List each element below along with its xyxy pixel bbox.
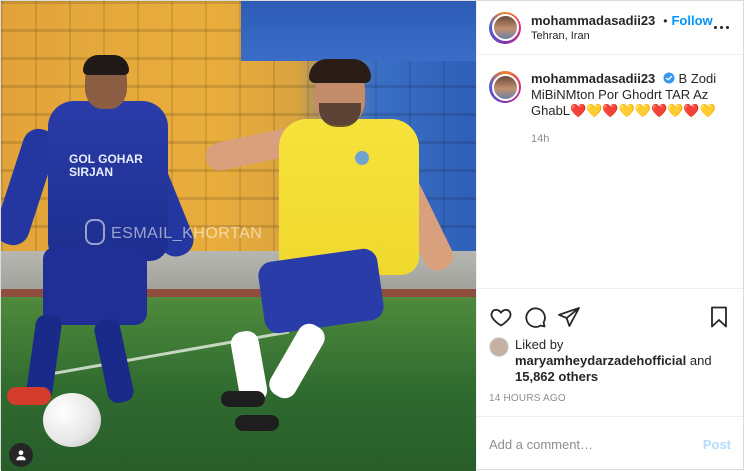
caption-avatar[interactable]	[489, 71, 521, 103]
jersey-text: GOL GOHAR SIRJAN	[69, 152, 143, 179]
follow-button[interactable]: Follow	[671, 13, 712, 28]
bookmark-icon	[711, 306, 727, 328]
paper-plane-icon	[558, 307, 580, 327]
header-text: mohammadasadii23 • Follow Tehran, Iran	[531, 13, 713, 42]
player-blue-shoe	[7, 387, 51, 405]
username-link[interactable]: mohammadasadii23	[531, 13, 655, 28]
comments-section: mohammadasadii23 B Zodi MiBiNMton Por Gh…	[477, 55, 743, 288]
stadium-stands-blue	[241, 1, 476, 61]
player-yellow-shoe	[235, 415, 279, 431]
comment-input[interactable]	[489, 436, 703, 452]
player-yellow-shorts	[256, 246, 386, 336]
post-actions: Liked by maryamheydarzadehofficial and 1…	[477, 288, 743, 416]
player-yellow-shoe	[221, 391, 265, 407]
header-row: mohammadasadii23 • Follow	[531, 13, 713, 28]
action-icons	[489, 297, 731, 337]
post-image[interactable]: GOL GOHAR SIRJAN ESMAIL_KHORTAN	[1, 1, 476, 471]
user-tag-icon	[16, 450, 26, 461]
heart-icon	[490, 308, 512, 327]
add-comment-bar: Post	[477, 416, 743, 471]
post-card: GOL GOHAR SIRJAN ESMAIL_KHORTAN mohammad…	[0, 0, 744, 471]
player-yellow	[203, 59, 476, 439]
liker-username[interactable]: maryamheydarzadehofficial	[515, 353, 686, 368]
comment-bubble-icon	[525, 307, 546, 328]
likes-text: Liked by maryamheydarzadehofficial and 1…	[515, 337, 731, 385]
paper-plane-icon[interactable]	[557, 305, 581, 329]
caption-username[interactable]: mohammadasadii23	[531, 71, 655, 86]
caption-body: mohammadasadii23 B Zodi MiBiNMton Por Gh…	[531, 71, 731, 147]
more-dot	[719, 26, 723, 29]
verified-badge-icon	[663, 72, 675, 84]
post-comment-button[interactable]: Post	[703, 437, 731, 452]
likes-count[interactable]: 15,862 others	[515, 369, 598, 384]
post-sidebar: mohammadasadii23 • Follow Tehran, Iran m…	[476, 1, 743, 471]
watermark-logo	[85, 219, 105, 245]
player-yellow-hair	[309, 59, 371, 83]
player-blue: GOL GOHAR SIRJAN	[1, 55, 199, 447]
likes-and: and	[689, 353, 712, 368]
likes-prefix: Liked by	[515, 337, 564, 352]
heart-icon[interactable]	[489, 305, 513, 329]
likes-summary: Liked by maryamheydarzadehofficial and 1…	[489, 337, 731, 385]
post-header: mohammadasadii23 • Follow Tehran, Iran	[477, 1, 743, 55]
avatar-image	[491, 73, 519, 101]
more-options-icon[interactable]	[711, 26, 731, 29]
avatar[interactable]	[489, 11, 521, 44]
jersey-logo	[355, 151, 369, 165]
bookmark-icon[interactable]	[707, 305, 731, 329]
avatar-image	[491, 14, 519, 41]
more-dot	[713, 26, 717, 29]
separator: •	[663, 13, 668, 28]
liker-avatar[interactable]	[489, 337, 509, 357]
player-blue-hair	[83, 55, 129, 75]
caption: mohammadasadii23 B Zodi MiBiNMton Por Gh…	[489, 71, 731, 147]
watermark: ESMAIL_KHORTAN	[111, 225, 263, 242]
user-tag-icon[interactable]	[9, 443, 33, 467]
caption-time[interactable]: 14h	[531, 131, 731, 147]
football	[43, 393, 101, 447]
location-link[interactable]: Tehran, Iran	[531, 30, 711, 42]
comment-bubble-icon[interactable]	[523, 305, 547, 329]
more-dot	[725, 26, 729, 29]
player-blue-leg	[92, 317, 136, 405]
post-timestamp[interactable]: 14 HOURS AGO	[489, 393, 731, 416]
player-blue-shorts	[43, 247, 147, 325]
